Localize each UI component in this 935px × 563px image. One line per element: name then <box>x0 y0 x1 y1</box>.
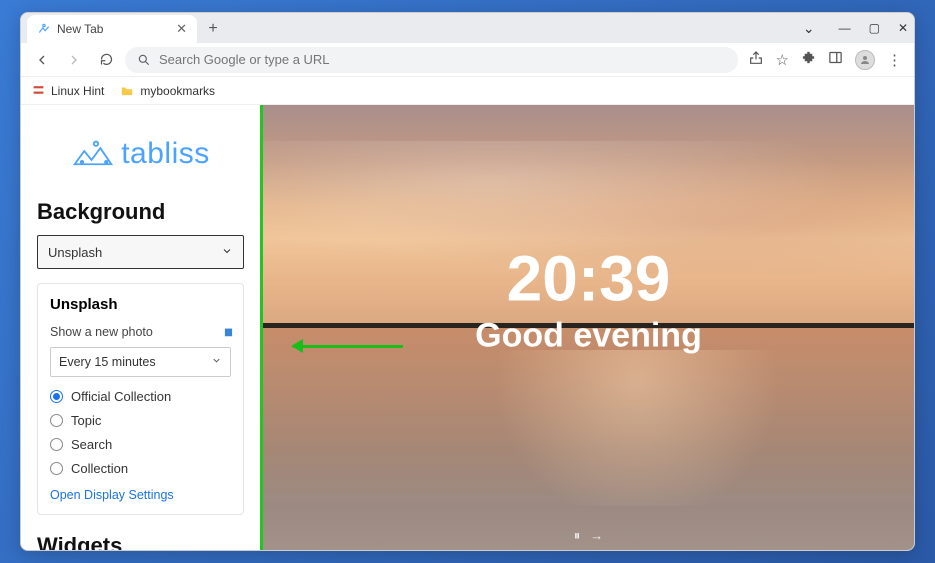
browser-tab[interactable]: New Tab ✕ <box>27 15 197 43</box>
radio-icon <box>50 414 63 427</box>
open-display-settings-link[interactable]: Open Display Settings <box>50 488 231 502</box>
show-new-photo-label: Show a new photo <box>50 325 153 339</box>
background-heading: Background <box>37 199 244 225</box>
bookmark-star-button[interactable]: ☆ <box>776 51 789 69</box>
radio-topic[interactable]: Topic <box>50 413 231 428</box>
radio-icon <box>50 462 63 475</box>
radio-search[interactable]: Search <box>50 437 231 452</box>
tabs-dropdown-button[interactable]: ⌄ <box>803 20 815 37</box>
clock-time: 20:39 <box>475 246 702 310</box>
select-value: Every 15 minutes <box>59 355 156 369</box>
radio-label: Official Collection <box>71 389 171 404</box>
tab-close-button[interactable]: ✕ <box>176 21 187 37</box>
window-maximize-button[interactable]: ▢ <box>869 21 880 35</box>
radio-icon <box>50 438 63 451</box>
settings-sidebar: tabliss Background Unsplash Unsplash Sho… <box>21 105 263 550</box>
sidepanel-button[interactable] <box>828 50 843 69</box>
new-tab-button[interactable]: + <box>201 17 225 41</box>
clock-widget: 20:39 Good evening <box>475 246 702 355</box>
omnibox[interactable] <box>125 47 738 73</box>
bookmark-favicon-icon <box>31 84 45 98</box>
photo-frequency-select[interactable]: Every 15 minutes <box>50 347 231 377</box>
unsplash-settings-card: Unsplash Show a new photo ▮▮ Every 15 mi… <box>37 283 244 515</box>
logo-text: tabliss <box>121 137 210 171</box>
toolbar: ☆ ⋮ <box>21 43 914 77</box>
radio-label: Search <box>71 437 112 452</box>
profile-avatar-button[interactable] <box>855 50 875 70</box>
bookmark-label: mybookmarks <box>140 84 215 98</box>
logo-icon <box>71 137 115 171</box>
radio-official-collection[interactable]: Official Collection <box>50 389 231 404</box>
greeting-text: Good evening <box>475 316 702 355</box>
window-close-button[interactable]: ✕ <box>898 21 908 35</box>
tab-title: New Tab <box>57 22 103 36</box>
omnibox-input[interactable] <box>159 52 726 67</box>
select-value: Unsplash <box>48 245 102 260</box>
chevron-down-icon <box>211 355 222 369</box>
bookmarks-bar: Linux Hint mybookmarks <box>21 77 914 105</box>
preview-footer: ⏸ → <box>574 528 604 544</box>
reload-button[interactable] <box>93 47 119 73</box>
widgets-heading: Widgets <box>37 533 244 550</box>
annotation-arrow <box>293 345 403 348</box>
forward-button[interactable] <box>61 47 87 73</box>
folder-icon <box>120 84 134 98</box>
radio-label: Collection <box>71 461 128 476</box>
tabliss-logo: tabliss <box>37 137 244 171</box>
page-content: tabliss Background Unsplash Unsplash Sho… <box>21 105 914 550</box>
bookmark-mybookmarks[interactable]: mybookmarks <box>120 84 215 98</box>
bookmark-label: Linux Hint <box>51 84 104 98</box>
radio-label: Topic <box>71 413 101 428</box>
extensions-button[interactable] <box>801 50 816 69</box>
background-preview: 20:39 Good evening ⏸ → <box>263 105 914 550</box>
search-icon <box>137 53 151 67</box>
radio-collection[interactable]: Collection <box>50 461 231 476</box>
background-provider-select[interactable]: Unsplash <box>37 235 244 269</box>
browser-menu-button[interactable]: ⋮ <box>887 51 902 69</box>
window-controls: ⌄ — ▢ ✕ <box>803 13 908 43</box>
toolbar-right: ☆ ⋮ <box>744 50 906 70</box>
pause-button[interactable]: ⏸ <box>574 528 581 544</box>
next-photo-button[interactable]: → <box>590 528 603 544</box>
window-minimize-button[interactable]: — <box>839 21 851 35</box>
card-title: Unsplash <box>50 296 231 313</box>
back-button[interactable] <box>29 47 55 73</box>
pause-photo-button[interactable]: ▮▮ <box>224 327 231 338</box>
share-button[interactable] <box>748 50 764 70</box>
titlebar: New Tab ✕ + ⌄ — ▢ ✕ <box>21 13 914 43</box>
bookmark-linux-hint[interactable]: Linux Hint <box>31 84 104 98</box>
browser-window: New Tab ✕ + ⌄ — ▢ ✕ ☆ <box>20 12 915 551</box>
tab-favicon-icon <box>37 22 51 36</box>
chevron-down-icon <box>221 245 233 260</box>
radio-icon <box>50 390 63 403</box>
